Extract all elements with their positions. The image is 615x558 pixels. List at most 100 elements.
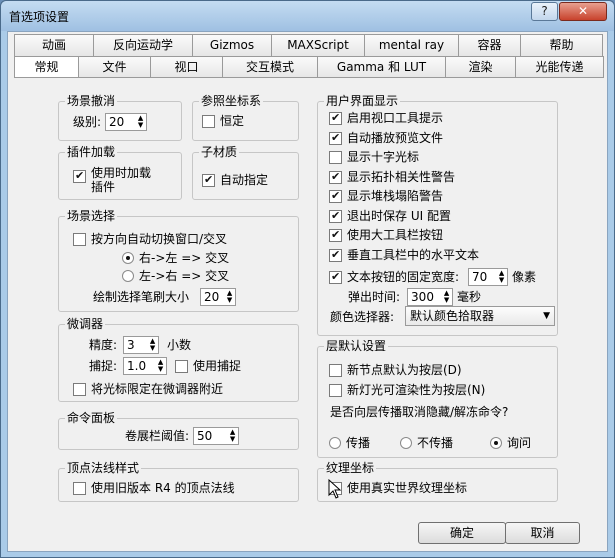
snap-value[interactable]: 1.0 <box>124 358 149 374</box>
new-nodes-row[interactable]: 新节点默认为按层(D) <box>329 362 462 378</box>
flyout-time-value[interactable]: 300 <box>408 289 437 305</box>
viewport-tooltips-checkbox[interactable] <box>329 110 342 126</box>
ask-row[interactable]: 询问 <box>490 435 531 451</box>
spinner-arrows-icon[interactable]: ▲ ▼ <box>135 114 146 130</box>
fixed-width-label: 文本按钮的固定宽度: <box>347 270 460 284</box>
auto-switch-checkbox[interactable] <box>73 232 86 246</box>
spinner-arrows-icon[interactable]: ▲ ▼ <box>441 289 452 305</box>
left-right-radio[interactable] <box>122 270 134 282</box>
fixed-width-spinner[interactable]: 70 ▲ ▼ <box>468 268 509 286</box>
wrap-cursor-row[interactable]: 将光标限定在微调器附近 <box>73 381 223 397</box>
close-button[interactable]: ✕ <box>559 2 607 21</box>
tab-rendering[interactable]: 渲染 <box>445 56 516 78</box>
left-right-row[interactable]: 左->右 => 交叉 <box>122 268 229 284</box>
snap-label: 捕捉: <box>89 359 118 373</box>
auto-switch-row[interactable]: 按方向自动切换窗口/交叉 <box>73 231 227 247</box>
tab-interaction-mode[interactable]: 交互模式 <box>222 56 318 78</box>
sub-material-title: 子材质 <box>199 144 240 160</box>
ui-option-row[interactable]: 显示堆栈塌陷警告 <box>329 188 443 204</box>
tab-animation[interactable]: 动画 <box>14 34 94 56</box>
ui-option-row[interactable]: 启用视口工具提示 <box>329 110 443 126</box>
spinner-arrows-icon[interactable]: ▲ ▼ <box>224 289 235 305</box>
ui-option-row[interactable]: 显示十字光标 <box>329 149 419 165</box>
large-toolbar-checkbox[interactable] <box>329 227 342 243</box>
save-ui-config-checkbox[interactable] <box>329 208 342 224</box>
ui-option-row[interactable]: 退出时保存 UI 配置 <box>329 208 451 224</box>
legacy-normals-row[interactable]: 使用旧版本 R4 的顶点法线 <box>73 480 235 496</box>
new-nodes-checkbox[interactable] <box>329 363 342 377</box>
load-on-use-row[interactable]: 使用时加载插件 <box>73 166 151 194</box>
cancel-button[interactable]: 取消 <box>505 522 580 544</box>
auto-assign-checkbox[interactable] <box>202 172 215 188</box>
precision-spinner[interactable]: 3 ▲ ▼ <box>123 336 160 354</box>
legacy-normals-checkbox[interactable] <box>73 481 86 495</box>
ui-option-label: 使用大工具栏按钮 <box>347 228 444 242</box>
tab-gizmos[interactable]: Gizmos <box>192 34 272 56</box>
tab-radiosity[interactable]: 光能传递 <box>515 56 604 78</box>
ui-option-row[interactable]: 使用大工具栏按钮 <box>329 227 443 243</box>
stack-collapse-warning-checkbox[interactable] <box>329 188 342 204</box>
spinner-arrows-icon[interactable]: ▲ ▼ <box>155 358 166 374</box>
no-propagate-row[interactable]: 不传播 <box>400 435 453 451</box>
no-propagate-label: 不传播 <box>417 436 454 450</box>
propagate-row[interactable]: 传播 <box>329 435 370 451</box>
crosshair-cursor-checkbox[interactable] <box>329 150 342 164</box>
ok-button[interactable]: 确定 <box>418 522 506 544</box>
auto-assign-row[interactable]: 自动指定 <box>202 172 268 188</box>
precision-value[interactable]: 3 <box>124 337 138 353</box>
propagate-question-label: 是否向层传播取消隐藏/解冻命令? <box>330 405 509 419</box>
load-on-use-checkbox[interactable] <box>73 168 86 184</box>
brush-size-spinner[interactable]: 20 ▲ ▼ <box>200 288 237 306</box>
sub-material-group: 子材质 自动指定 <box>192 144 299 200</box>
tab-inverse-kinematics[interactable]: 反向运动学 <box>93 34 193 56</box>
precision-row: 精度: 3 ▲ ▼ 小数 <box>89 336 191 354</box>
tab-containers[interactable]: 容器 <box>458 34 521 56</box>
new-lights-label: 新灯光可渲染性为按层(N) <box>347 383 486 397</box>
tab-files[interactable]: 文件 <box>78 56 151 78</box>
tab-general[interactable]: 常规 <box>14 56 79 78</box>
rollup-spinner[interactable]: 50 ▲ ▼ <box>193 427 240 445</box>
new-lights-checkbox[interactable] <box>329 383 342 397</box>
tab-gamma-lut[interactable]: Gamma 和 LUT <box>317 56 446 78</box>
ui-option-row[interactable]: 自动播放预览文件 <box>329 130 443 146</box>
propagate-radio[interactable] <box>329 437 341 449</box>
legacy-normals-label: 使用旧版本 R4 的顶点法线 <box>91 481 235 495</box>
fixed-width-value[interactable]: 70 <box>469 269 490 285</box>
undo-levels-spinner[interactable]: 20 ▲ ▼ <box>105 113 148 131</box>
use-snap-label: 使用捕捉 <box>193 359 242 373</box>
constant-row[interactable]: 恒定 <box>202 113 244 129</box>
wrap-cursor-checkbox[interactable] <box>73 382 86 396</box>
new-lights-row[interactable]: 新灯光可渲染性为按层(N) <box>329 382 485 398</box>
autoplay-preview-checkbox[interactable] <box>329 130 342 146</box>
color-picker-select[interactable]: 默认颜色拾取器 ▼ <box>405 306 555 326</box>
right-left-radio[interactable] <box>122 252 134 264</box>
topology-warning-checkbox[interactable] <box>329 169 342 185</box>
tab-viewports[interactable]: 视口 <box>150 56 223 78</box>
use-snap-checkbox[interactable] <box>175 359 189 373</box>
spinner-arrows-icon[interactable]: ▲ ▼ <box>227 428 238 444</box>
command-panel-group: 命令面板 卷展栏阈值: 50 ▲ ▼ <box>58 410 299 450</box>
real-world-row[interactable]: 使用真实世界纹理坐标 <box>329 480 467 496</box>
brush-size-value[interactable]: 20 <box>201 289 222 305</box>
texture-coords-group: 纹理坐标 使用真实世界纹理坐标 <box>317 460 558 502</box>
no-propagate-radio[interactable] <box>400 437 412 449</box>
right-left-row[interactable]: 右->左 => 交叉 <box>122 250 229 266</box>
flyout-time-spinner[interactable]: 300 ▲ ▼ <box>407 288 454 306</box>
rollup-value[interactable]: 50 <box>194 428 215 444</box>
help-button[interactable]: ? <box>531 2 558 21</box>
ui-option-row[interactable]: 垂直工具栏中的水平文本 <box>329 247 479 263</box>
constant-checkbox[interactable] <box>202 114 215 128</box>
snap-spinner[interactable]: 1.0 ▲ ▼ <box>123 357 168 375</box>
horizontal-text-checkbox[interactable] <box>329 247 342 263</box>
dropdown-arrow-icon[interactable]: ▼ <box>543 307 550 325</box>
tab-mental-ray[interactable]: mental ray <box>364 34 459 56</box>
tab-maxscript[interactable]: MAXScript <box>271 34 365 56</box>
tab-help[interactable]: 帮助 <box>520 34 603 56</box>
fixed-width-checkbox[interactable] <box>329 269 342 285</box>
spinner-arrows-icon[interactable]: ▲ ▼ <box>496 269 507 285</box>
brush-size-label: 绘制选择笔刷大小 <box>93 290 190 304</box>
spinner-arrows-icon[interactable]: ▲ ▼ <box>147 337 158 353</box>
ask-radio[interactable] <box>490 437 502 449</box>
undo-levels-value[interactable]: 20 <box>106 114 127 130</box>
ui-option-row[interactable]: 显示拓扑相关性警告 <box>329 169 455 185</box>
